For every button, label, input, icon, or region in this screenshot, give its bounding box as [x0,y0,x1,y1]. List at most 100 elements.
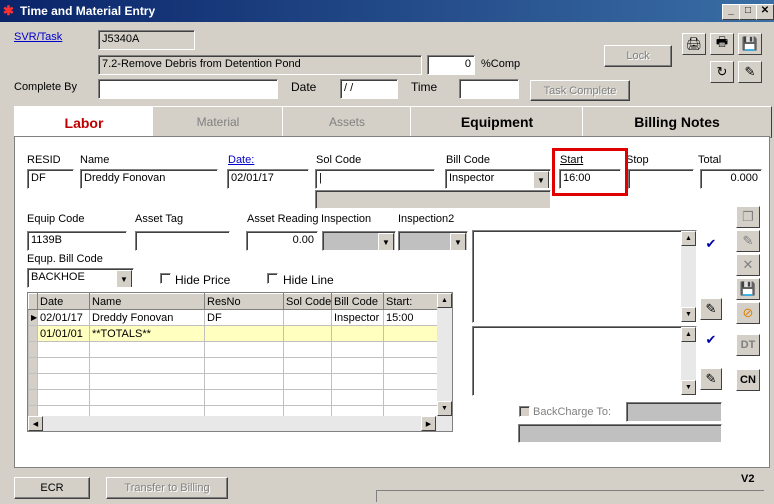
table-row[interactable]: ▶ 02/01/17 Dreddy Fonovan DF Inspector 1… [28,309,439,326]
refresh-icon[interactable]: ↻ [710,61,734,83]
chevron-down-icon[interactable]: ▼ [378,233,394,250]
cancel-icon[interactable]: ⊘ [736,302,760,324]
asset-tag-label: Asset Tag [135,213,184,225]
scroll-down-icon[interactable]: ▼ [681,307,696,322]
print-setup-icon[interactable]: 🖨 [682,33,706,55]
notes-1-scrollbar[interactable]: ▲ ▼ [681,231,696,322]
equip-code-input[interactable]: 1139B [27,231,127,251]
notes-2-scrollbar[interactable]: ▲ ▼ [681,327,696,395]
svr-task-link[interactable]: SVR/Task [14,31,62,43]
inspection2-select[interactable]: ▼ [398,231,468,251]
percent-complete-input[interactable]: 0 [427,55,475,75]
hide-line-checkbox[interactable] [267,273,278,284]
resid-label: RESID [27,154,61,166]
version-label: V2 [741,473,755,485]
col-resno-header[interactable]: ResNo [204,293,284,310]
edit-note-icon[interactable]: ✎ [700,298,722,320]
equip-code-label: Equip Code [27,213,85,225]
cell-start[interactable] [383,325,439,342]
inspection2-label: Inspection2 [398,213,455,225]
grid-header-row: Date Name ResNo Sol Code Bill Code Start… [28,293,439,310]
name-label: Name [80,154,110,166]
cell-sol-code[interactable] [283,309,332,326]
transfer-to-billing-button[interactable]: Transfer to Billing [106,477,228,499]
cell-name[interactable]: Dreddy Fonovan [89,309,205,326]
scroll-up-icon[interactable]: ▲ [681,231,696,246]
maximize-button[interactable]: □ [739,4,757,20]
tab-assets[interactable]: Assets [282,106,412,138]
minimize-button[interactable]: _ [722,4,740,20]
asset-reading-input[interactable]: 0.00 [246,231,318,251]
tab-billing-notes[interactable]: Billing Notes [582,106,772,138]
col-sol-code-header[interactable]: Sol Code [283,293,332,310]
col-date-header[interactable]: Date [37,293,90,310]
name-input[interactable]: Dreddy Fonovan [80,169,218,189]
cell-name[interactable]: **TOTALS** [89,325,205,342]
col-name-header[interactable]: Name [89,293,205,310]
inspection-select[interactable]: ▼ [322,231,396,251]
edit-icon[interactable]: ✎ [736,230,760,252]
date-input[interactable]: / / [340,79,398,99]
cell-resno[interactable] [204,325,284,342]
backcharge-checkbox[interactable] [519,406,530,417]
notes-textarea-1[interactable]: ▲ ▼ [472,230,697,323]
scroll-left-icon[interactable]: ◀ [28,416,43,431]
grid-vertical-scrollbar[interactable]: ▲ ▼ [437,293,452,416]
inspection-label: Inspection [321,213,372,225]
close-button[interactable]: ✕ [756,4,774,20]
total-input[interactable]: 0.000 [700,169,762,189]
spellcheck-icon[interactable]: ✔ [700,231,722,257]
stop-time-input[interactable] [628,169,694,189]
scroll-up-icon[interactable]: ▲ [437,293,452,308]
tab-equipment[interactable]: Equipment [410,106,584,138]
labor-date-input[interactable]: 02/01/17 [227,169,309,189]
complete-by-input[interactable] [98,79,278,99]
chevron-down-icon[interactable]: ▼ [450,233,466,250]
backcharge-input [626,402,722,422]
task-complete-button[interactable]: Task Complete [530,80,630,101]
delete-icon[interactable]: ✕ [736,254,760,276]
bill-code-value: Inspector [449,172,495,184]
cell-sol-code[interactable] [283,325,332,342]
cell-bill-code[interactable] [331,325,384,342]
equp-bill-code-label: Equp. Bill Code [27,253,103,265]
notes-icon[interactable]: ✎ [738,61,762,83]
asset-tag-input[interactable] [135,231,230,251]
copy-icon[interactable]: ❐ [736,206,760,228]
scroll-down-icon[interactable]: ▼ [437,401,452,416]
bill-code-select[interactable]: Inspector ▼ [445,169,551,189]
totals-row[interactable]: 01/01/01 **TOTALS** [28,325,439,342]
print-icon[interactable]: 🖶 [710,33,734,55]
time-input[interactable] [459,79,519,99]
chevron-down-icon[interactable]: ▼ [116,270,132,287]
cell-resno[interactable]: DF [204,309,284,326]
hide-price-checkbox[interactable] [160,273,171,284]
spellcheck-icon[interactable]: ✔ [700,327,722,353]
tab-labor[interactable]: Labor [14,106,154,139]
lock-button[interactable]: Lock [604,45,672,67]
save-icon[interactable]: 💾 [736,278,760,300]
col-start-header[interactable]: Start: [383,293,439,310]
cn-button[interactable]: CN [736,369,760,391]
resid-input[interactable]: DF [27,169,74,189]
edit-note-icon[interactable]: ✎ [700,368,722,390]
tab-material[interactable]: Material [152,106,284,138]
scroll-right-icon[interactable]: ▶ [421,416,436,431]
row-indicator [28,325,38,342]
notes-textarea-2[interactable]: ▲ ▼ [472,326,697,396]
scroll-down-icon[interactable]: ▼ [681,380,696,395]
chevron-down-icon[interactable]: ▼ [533,171,549,188]
save-disk-icon[interactable]: 💾 [738,33,762,55]
cell-date[interactable]: 01/01/01 [37,325,90,342]
grid-horizontal-scrollbar[interactable]: ◀ ▶ [28,416,452,431]
ecr-button[interactable]: ECR [14,477,90,499]
cell-date[interactable]: 02/01/17 [37,309,90,326]
col-bill-code-header[interactable]: Bill Code [331,293,384,310]
cell-start[interactable]: 15:00 [383,309,439,326]
labor-date-link[interactable]: Date: [228,154,254,166]
cell-bill-code[interactable]: Inspector [331,309,384,326]
scroll-up-icon[interactable]: ▲ [681,327,696,342]
sol-code-input[interactable]: | [315,169,435,189]
equp-bill-code-select[interactable]: BACKHOE ▼ [27,268,134,288]
dt-button[interactable]: DT [736,334,760,356]
